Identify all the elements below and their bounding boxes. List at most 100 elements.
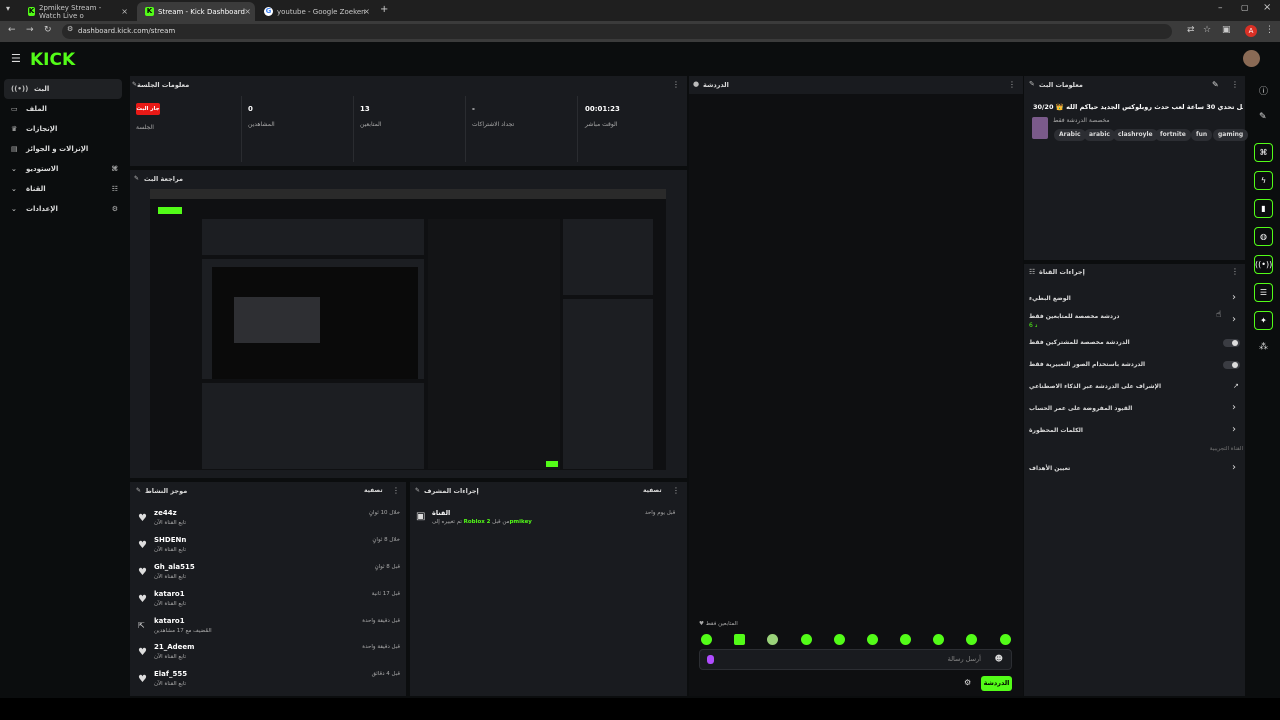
- sidebar-item-file[interactable]: ▭ الملف: [4, 99, 122, 119]
- ai-moderation-label[interactable]: الإشراف على الدردشة عبر الذكاء الاصطناعي: [1029, 383, 1161, 390]
- tag-chip[interactable]: Arabic: [1054, 129, 1086, 141]
- browser-menu-icon[interactable]: ⋮: [1265, 25, 1274, 35]
- tag-chip[interactable]: clashroyle: [1113, 129, 1158, 141]
- emote-icon[interactable]: [834, 634, 845, 645]
- maximize-icon[interactable]: ▢: [1241, 3, 1249, 12]
- chevron-right-icon[interactable]: ›: [1232, 402, 1236, 413]
- tab-search-icon[interactable]: ▾: [6, 4, 10, 13]
- activity-description: تابع القناة الآن: [154, 601, 187, 607]
- activity-feed-title: موجز النشاط: [145, 487, 188, 495]
- sidebar-item-studio[interactable]: ⌄ الاستوديو ⌘: [4, 159, 122, 179]
- emote-icon[interactable]: [966, 634, 977, 645]
- mod-entry-pre: من قبل: [492, 519, 510, 525]
- category-thumbnail[interactable]: [1032, 117, 1048, 139]
- activity-username[interactable]: Elaf_555: [154, 670, 187, 678]
- tag-chip[interactable]: arabic: [1084, 129, 1115, 141]
- emote-icon[interactable]: [734, 634, 745, 645]
- banned-words-label[interactable]: الكلمات المحظورة: [1029, 427, 1083, 434]
- subscribers-only-toggle[interactable]: [1223, 339, 1240, 347]
- mod-filter-button[interactable]: تصفية: [643, 487, 662, 494]
- close-icon[interactable]: ×: [363, 7, 370, 16]
- profile-avatar[interactable]: A: [1245, 25, 1257, 37]
- chevron-right-icon[interactable]: ›: [1232, 314, 1236, 325]
- chat-settings-gear-icon[interactable]: ⚙: [964, 678, 971, 687]
- session-menu-icon[interactable]: ⋮: [672, 80, 680, 89]
- activity-username[interactable]: Gh_ala515: [154, 563, 195, 571]
- back-icon[interactable]: ←: [8, 25, 16, 35]
- browser-tab-stream-watch[interactable]: K 2pmikey Stream - Watch Live o ×: [20, 2, 132, 21]
- activity-menu-icon[interactable]: ⋮: [392, 486, 400, 495]
- emote-icon[interactable]: [701, 634, 712, 645]
- account-age-label[interactable]: القيود المفروضة على عمر الحساب: [1029, 405, 1132, 412]
- sidebar-item-channel[interactable]: ⌄ القناة ☷: [4, 179, 122, 199]
- translate-icon[interactable]: ⇄: [1187, 25, 1195, 35]
- info-icon[interactable]: ⓘ: [1259, 84, 1268, 97]
- sidebar-item-drops[interactable]: ▤ الإنزالات و الجوائز: [4, 139, 122, 159]
- extensions-icon[interactable]: ▣: [1222, 25, 1231, 35]
- chevron-right-icon[interactable]: ›: [1232, 292, 1236, 303]
- emote-icon[interactable]: [767, 634, 778, 645]
- chat-send-button[interactable]: الدردشة: [981, 676, 1012, 691]
- tag-chip[interactable]: fortnite: [1155, 129, 1191, 141]
- activity-username[interactable]: kataro1: [154, 590, 185, 598]
- edit-pencil-icon[interactable]: ✎: [1259, 112, 1267, 122]
- rail-button-tools[interactable]: ✦: [1254, 311, 1273, 330]
- chat-message-input[interactable]: أرسل رسالة ☻: [699, 649, 1012, 670]
- rail-button-chat[interactable]: ◍: [1254, 227, 1273, 246]
- activity-username[interactable]: SHDENn: [154, 536, 186, 544]
- heart-icon: ♥: [138, 647, 147, 658]
- tag-chip[interactable]: fun: [1191, 129, 1213, 141]
- browser-tab-dashboard[interactable]: K Stream - Kick Dashboard ×: [137, 2, 255, 21]
- browser-tab-strip: K 2pmikey Stream - Watch Live o × K Stre…: [0, 0, 1280, 21]
- external-link-icon[interactable]: ↗: [1233, 382, 1239, 390]
- user-avatar[interactable]: [1243, 50, 1260, 67]
- site-info-icon[interactable]: ⚙: [67, 25, 73, 33]
- slow-mode-label[interactable]: الوضع البطيء: [1029, 295, 1071, 302]
- sidebar-item-achievements[interactable]: ♛ الإنجازات: [4, 119, 122, 139]
- emote-only-toggle[interactable]: [1223, 361, 1240, 369]
- stream-info-menu-icon[interactable]: ⋮: [1231, 80, 1239, 89]
- activity-username[interactable]: 21_Adeem: [154, 643, 194, 651]
- reload-icon[interactable]: ↻: [44, 25, 52, 35]
- close-icon[interactable]: ×: [121, 7, 128, 16]
- emote-icon[interactable]: [1000, 634, 1011, 645]
- chevron-right-icon[interactable]: ›: [1232, 424, 1236, 435]
- new-tab-button[interactable]: +: [380, 4, 388, 15]
- close-window-icon[interactable]: ×: [1263, 2, 1271, 13]
- activity-username[interactable]: ze44z: [154, 509, 177, 517]
- forward-icon[interactable]: →: [26, 25, 34, 35]
- chat-menu-icon[interactable]: ⋮: [1008, 80, 1016, 89]
- edit-pencil-icon[interactable]: ✎: [1212, 80, 1219, 89]
- channel-actions-menu-icon[interactable]: ⋮: [1231, 267, 1239, 276]
- sidebar-item-broadcast[interactable]: ((•)) البث: [4, 79, 122, 99]
- rail-button-clip[interactable]: ⌘: [1254, 143, 1273, 162]
- close-icon[interactable]: ×: [244, 7, 251, 16]
- followers-only-label[interactable]: دردشة مخصصة للمتابعين فقط: [1029, 313, 1120, 320]
- emote-icon[interactable]: [801, 634, 812, 645]
- activity-filter-button[interactable]: تصفية: [364, 487, 383, 494]
- sidebar-item-settings[interactable]: ⌄ الإعدادات ⚙: [4, 199, 122, 219]
- emoji-picker-icon[interactable]: ☻: [995, 654, 1003, 663]
- mod-menu-icon[interactable]: ⋮: [672, 486, 680, 495]
- goals-label[interactable]: تعيين الأهداف: [1029, 465, 1070, 472]
- mod-entry-category[interactable]: Roblox: [464, 519, 485, 525]
- chat-placeholder: أرسل رسالة: [947, 655, 981, 663]
- emote-icon[interactable]: [867, 634, 878, 645]
- emote-icon[interactable]: [900, 634, 911, 645]
- minimize-icon[interactable]: –: [1218, 3, 1223, 13]
- rail-button-lightning[interactable]: ϟ: [1254, 171, 1273, 190]
- url-input[interactable]: dashboard.kick.com/stream: [62, 24, 1172, 39]
- activity-username[interactable]: kataro1: [154, 617, 185, 625]
- hamburger-menu-icon[interactable]: ☰: [11, 52, 21, 65]
- browser-tab-google[interactable]: G youtube - Google Zoeken ×: [256, 2, 374, 21]
- stream-preview-video[interactable]: [150, 189, 666, 470]
- kick-logo[interactable]: KICK: [30, 50, 75, 70]
- chevron-right-icon[interactable]: ›: [1232, 462, 1236, 473]
- rail-button-broadcast[interactable]: ((•)): [1254, 255, 1273, 274]
- emote-icon[interactable]: [933, 634, 944, 645]
- rail-button-layout[interactable]: ☰: [1254, 283, 1273, 302]
- share-icon[interactable]: ⁂: [1259, 342, 1268, 352]
- bookmark-star-icon[interactable]: ☆: [1203, 25, 1211, 35]
- rail-button-note[interactable]: ▮: [1254, 199, 1273, 218]
- tag-chip[interactable]: gaming: [1213, 129, 1249, 141]
